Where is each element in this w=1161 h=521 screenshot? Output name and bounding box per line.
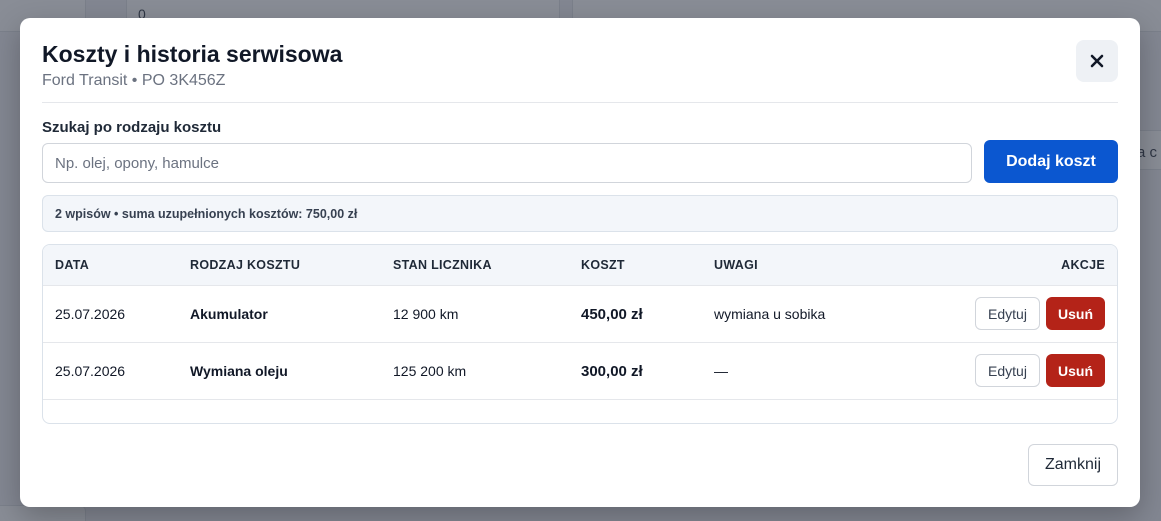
header-divider — [42, 102, 1118, 103]
close-modal-button[interactable]: Zamknij — [1028, 444, 1118, 486]
edit-button[interactable]: Edytuj — [975, 297, 1040, 330]
header-date: DATA — [55, 258, 90, 272]
cell-cost-type: Wymiana oleju — [190, 363, 288, 379]
modal-title: Koszty i historia serwisowa — [42, 41, 343, 67]
cell-odometer: 12 900 km — [393, 306, 459, 322]
cell-date: 25.07.2026 — [55, 306, 126, 322]
header-cost-type: RODZAJ KOSZTU — [190, 258, 301, 272]
header-cost: KOSZT — [581, 258, 625, 272]
cell-cost-type: Akumulator — [190, 306, 268, 322]
header-notes: UWAGI — [714, 258, 758, 272]
delete-button[interactable]: Usuń — [1046, 297, 1105, 330]
header-odometer: STAN LICZNIKA — [393, 258, 492, 272]
search-input[interactable] — [42, 143, 972, 183]
cell-odometer: 125 200 km — [393, 363, 467, 379]
costs-table: DATA RODZAJ KOSZTU STAN LICZNIKA KOSZT U… — [42, 244, 1118, 424]
vehicle-subtitle: Ford Transit • PO 3K456Z — [42, 72, 226, 89]
cell-notes: — — [714, 363, 728, 379]
cell-notes: wymiana u sobika — [714, 306, 826, 322]
search-label: Szukaj po rodzaju kosztu — [42, 119, 222, 136]
delete-button[interactable]: Usuń — [1046, 354, 1105, 387]
costs-history-modal: Koszty i historia serwisowa Ford Transit… — [20, 18, 1140, 507]
table-row: 25.07.2026 Wymiana oleju 125 200 km 300,… — [43, 343, 1117, 400]
table-row: 25.07.2026 Akumulator 12 900 km 450,00 z… — [43, 286, 1117, 343]
add-cost-button[interactable]: Dodaj koszt — [984, 140, 1118, 183]
close-icon — [1090, 54, 1104, 68]
table-header: DATA RODZAJ KOSZTU STAN LICZNIKA KOSZT U… — [43, 245, 1117, 286]
cell-cost: 300,00 zł — [581, 363, 643, 380]
cell-date: 25.07.2026 — [55, 363, 126, 379]
header-actions: AKCJE — [1061, 258, 1105, 272]
summary-bar: 2 wpisów • suma uzupełnionych kosztów: 7… — [42, 195, 1118, 232]
close-button[interactable] — [1076, 40, 1118, 82]
cell-cost: 450,00 zł — [581, 306, 643, 323]
edit-button[interactable]: Edytuj — [975, 354, 1040, 387]
